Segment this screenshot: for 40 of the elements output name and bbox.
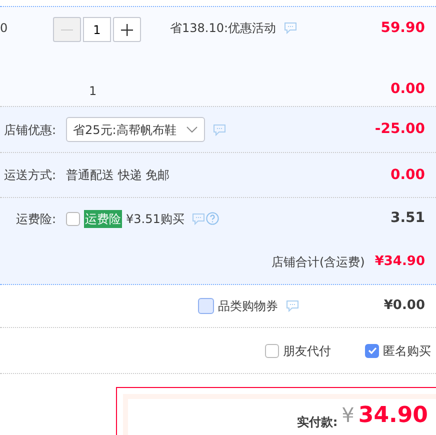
checkbox[interactable] [365, 344, 379, 358]
buy-text: ¥3.51购买 [126, 210, 184, 228]
comment-icon[interactable] [286, 300, 299, 312]
comment-icon[interactable] [213, 124, 226, 136]
decrease-button[interactable] [53, 17, 81, 42]
amount-text: 3.51 [390, 209, 425, 228]
chevron-down-icon [186, 126, 198, 133]
row-label: 运费险: [14, 210, 57, 228]
option-label: 匿名购买 [383, 342, 431, 360]
comment-icon[interactable] [284, 22, 298, 34]
coupon-amount: ¥0.00 [384, 297, 425, 316]
payment-label: 实付款: [296, 414, 338, 431]
row-label: 店铺优惠: [2, 122, 57, 138]
price-text: 59.90 [380, 19, 425, 38]
total-label: 店铺合计(含运费) [271, 254, 365, 270]
total-amount: ¥34.90 [374, 252, 425, 271]
insurance-tag: 运费险 [84, 210, 122, 228]
quantity-text: 1 [89, 83, 97, 100]
checkbox[interactable] [66, 212, 80, 226]
comment-icon[interactable] [192, 212, 206, 224]
payment-amount: 34.90 [358, 405, 428, 427]
discount-select[interactable]: 省25元:高帮帆布鞋 [66, 117, 205, 142]
subtotal-text: 0.00 [390, 80, 425, 99]
shipping-text: 普通配送 快递 免邮 [66, 167, 170, 184]
check-icon [368, 347, 376, 354]
amount-text: 0.00 [390, 166, 425, 184]
column-text: 0 [0, 20, 9, 37]
promo-text: 省138.10:优惠活动 [170, 20, 276, 37]
checkbox[interactable] [198, 298, 214, 314]
amount-text: -25.00 [374, 120, 425, 139]
minus-icon [61, 28, 73, 30]
increase-button[interactable] [113, 17, 141, 42]
checkbox[interactable] [265, 344, 279, 358]
currency-text: ¥ [342, 405, 354, 425]
quantity-field[interactable]: 1 [83, 17, 111, 42]
option-label: 朋友代付 [283, 342, 331, 360]
help-icon[interactable] [206, 212, 220, 225]
plus-icon [121, 24, 133, 36]
coupon-label: 品类购物券 [218, 298, 278, 315]
row-label: 运送方式: [2, 167, 57, 184]
